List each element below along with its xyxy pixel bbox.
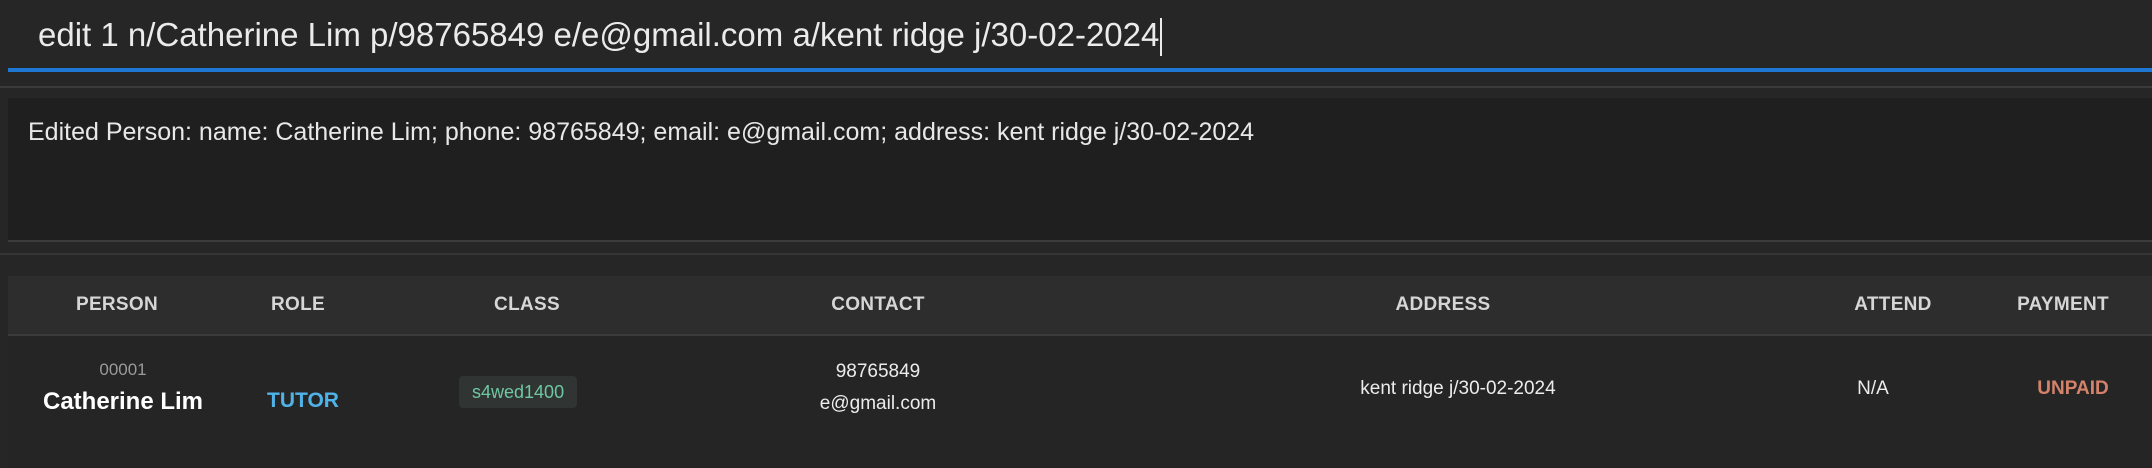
- command-input-text: edit 1 n/Catherine Lim p/98765849 e/e@gm…: [38, 16, 1160, 53]
- app-window: edit 1 n/Catherine Lim p/98765849 e/e@gm…: [0, 0, 2152, 468]
- header-address[interactable]: ADDRESS: [1358, 276, 1528, 334]
- person-table: PERSON ROLE CLASS CONTACT ADDRESS ATTEND…: [8, 276, 2152, 468]
- divider: [0, 86, 2152, 88]
- header-role[interactable]: ROLE: [233, 276, 363, 334]
- header-class[interactable]: CLASS: [462, 276, 592, 334]
- payment-status: UNPAID: [2037, 378, 2109, 399]
- person-id: 00001: [99, 360, 147, 379]
- header-payment[interactable]: PAYMENT: [1998, 276, 2128, 334]
- text-caret: [1160, 18, 1163, 57]
- divider: [0, 253, 2152, 255]
- table-row[interactable]: 00001 Catherine Lim TUTOR s4wed1400 9876…: [8, 336, 2152, 468]
- result-display: Edited Person: name: Catherine Lim; phon…: [8, 98, 2152, 242]
- header-contact[interactable]: CONTACT: [803, 276, 953, 334]
- command-box[interactable]: edit 1 n/Catherine Lim p/98765849 e/e@gm…: [8, 0, 2152, 72]
- address-value: kent ridge j/30-02-2024: [1360, 378, 1556, 399]
- person-name: Catherine Lim: [42, 388, 204, 415]
- command-input[interactable]: edit 1 n/Catherine Lim p/98765849 e/e@gm…: [38, 10, 1163, 60]
- class-tag: s4wed1400: [459, 376, 578, 408]
- header-attend[interactable]: ATTEND: [1833, 276, 1953, 334]
- header-person[interactable]: PERSON: [52, 276, 182, 334]
- contact-email: e@gmail.com: [819, 393, 937, 414]
- contact-phone: 98765849: [835, 361, 921, 382]
- table-header: PERSON ROLE CLASS CONTACT ADDRESS ATTEND…: [8, 276, 2152, 336]
- attend-value: N/A: [1857, 378, 1889, 399]
- result-message: Edited Person: name: Catherine Lim; phon…: [28, 118, 1255, 146]
- role-label: TUTOR: [267, 389, 339, 412]
